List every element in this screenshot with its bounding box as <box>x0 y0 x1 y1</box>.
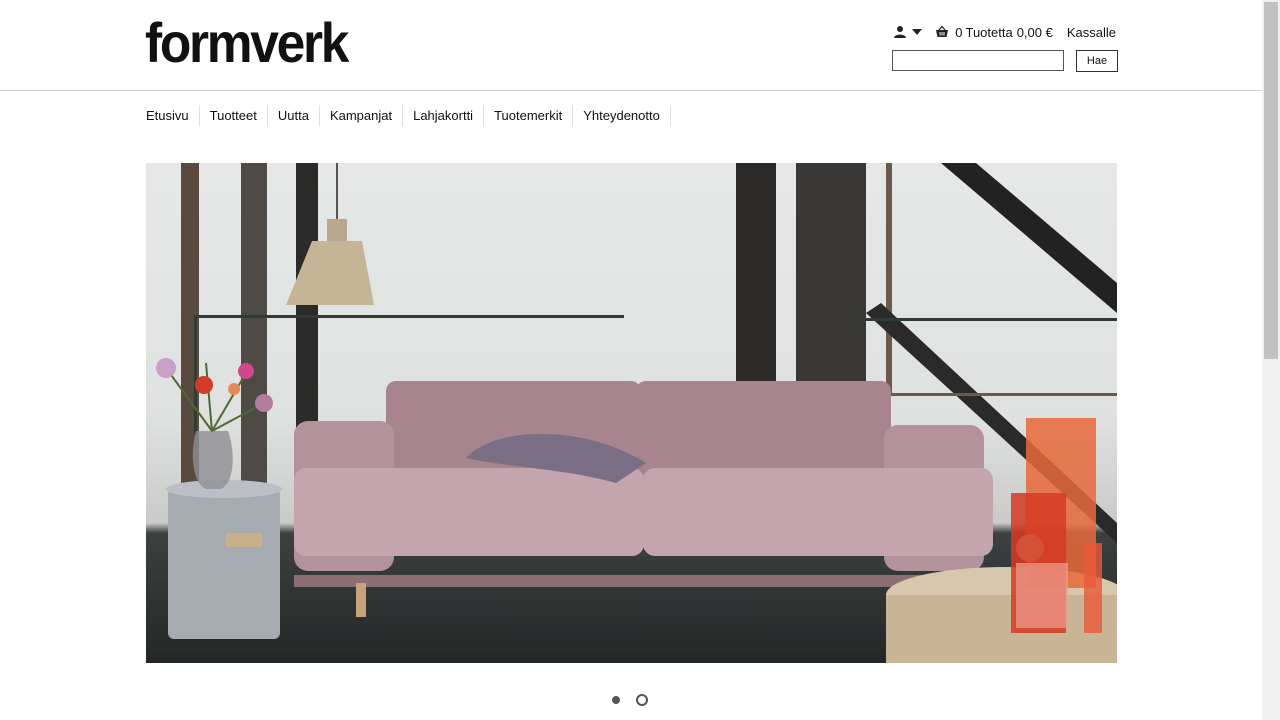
utility-bar: 0 Tuotetta 0,00 € Kassalle <box>893 22 1116 42</box>
basket-icon[interactable] <box>935 25 949 39</box>
hero-image <box>156 163 1117 663</box>
search-input[interactable] <box>892 50 1064 71</box>
nav-item-tuotteet[interactable]: Tuotteet <box>200 105 268 126</box>
cart-label[interactable]: Tuotetta <box>965 25 1012 40</box>
nav-item-tuotemerkit[interactable]: Tuotemerkit <box>484 105 574 126</box>
header-divider <box>0 90 1262 91</box>
checkout-link[interactable]: Kassalle <box>1067 25 1116 40</box>
search-form: Hae <box>892 50 1118 72</box>
caret-down-icon[interactable] <box>911 27 923 37</box>
nav-item-etusivu[interactable]: Etusivu <box>146 105 200 126</box>
scrollbar-thumb[interactable] <box>1264 2 1278 359</box>
nav-item-uutta[interactable]: Uutta <box>268 105 320 126</box>
main-nav: Etusivu Tuotteet Uutta Kampanjat Lahjako… <box>146 105 671 126</box>
cart-total[interactable]: 0,00 € <box>1017 25 1053 40</box>
nav-item-kampanjat[interactable]: Kampanjat <box>320 105 404 126</box>
nav-item-yhteydenotto[interactable]: Yhteydenotto <box>573 105 671 126</box>
cart-count[interactable]: 0 <box>955 25 962 40</box>
hero-banner[interactable] <box>146 163 1117 663</box>
user-icon[interactable] <box>893 25 907 39</box>
search-button[interactable]: Hae <box>1076 50 1118 72</box>
slider-dot-1[interactable] <box>612 696 620 704</box>
nav-item-lahjakortti[interactable]: Lahjakortti <box>403 105 485 126</box>
page-scrollbar[interactable] <box>1262 0 1280 720</box>
slider-dots <box>612 694 648 706</box>
site-logo[interactable]: formverk <box>145 12 349 74</box>
page: formverk 0 Tuotetta 0,00 € Kassalle Hae … <box>0 0 1262 720</box>
slider-dot-2[interactable] <box>636 694 648 706</box>
